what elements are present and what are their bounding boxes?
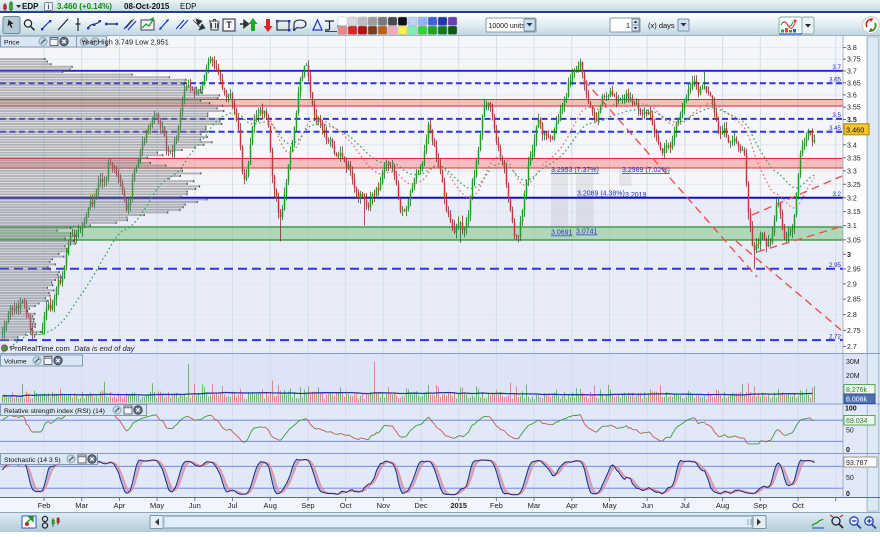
- svg-text:2015: 2015: [450, 501, 467, 510]
- svg-text:Feb: Feb: [490, 501, 503, 510]
- svg-text:Jul: Jul: [228, 501, 238, 510]
- svg-text:2.7: 2.7: [847, 344, 857, 351]
- svg-text:3.1: 3.1: [847, 223, 857, 230]
- svg-text:i: i: [48, 4, 50, 11]
- svg-text:3.2: 3.2: [832, 191, 841, 198]
- svg-text:Aug: Aug: [264, 501, 277, 510]
- svg-text:Apr: Apr: [114, 501, 126, 510]
- svg-text:2.72: 2.72: [829, 334, 842, 341]
- svg-text:May: May: [150, 501, 164, 510]
- svg-text:3.45: 3.45: [829, 125, 842, 132]
- svg-text:May: May: [602, 501, 616, 510]
- svg-text:3.55: 3.55: [847, 105, 861, 112]
- svg-text:2.95: 2.95: [829, 262, 842, 269]
- svg-text:2.75: 2.75: [847, 328, 861, 335]
- svg-text:69.034: 69.034: [846, 418, 868, 425]
- svg-text:(x) days: (x) days: [648, 21, 675, 30]
- svg-text:3.75: 3.75: [847, 57, 861, 64]
- svg-text:T: T: [226, 20, 232, 30]
- svg-text:Apr: Apr: [566, 501, 578, 510]
- svg-text:3.7: 3.7: [847, 68, 857, 75]
- svg-text:Nov: Nov: [377, 501, 391, 510]
- svg-text:3.2089 (4.38%): 3.2089 (4.38%): [577, 191, 625, 198]
- svg-text:3.65: 3.65: [847, 80, 861, 87]
- svg-text:Mar: Mar: [528, 501, 541, 510]
- svg-text:1: 1: [626, 21, 630, 30]
- svg-text:2.95: 2.95: [847, 267, 861, 274]
- svg-text:3.4: 3.4: [847, 142, 857, 149]
- svg-text:3.3: 3.3: [847, 168, 857, 175]
- svg-text:3.2989 (7.02%): 3.2989 (7.02%): [622, 167, 670, 174]
- svg-text:Sep: Sep: [754, 501, 767, 510]
- svg-text:Mar: Mar: [75, 501, 88, 510]
- svg-text:3.6: 3.6: [847, 92, 857, 99]
- svg-text:3.05: 3.05: [847, 237, 861, 244]
- svg-text:3.0691: 3.0691: [551, 230, 573, 237]
- svg-text:3.15: 3.15: [847, 209, 861, 216]
- svg-text:50: 50: [846, 428, 854, 435]
- svg-text:Oct: Oct: [340, 501, 353, 510]
- svg-text:Sep: Sep: [301, 501, 314, 510]
- svg-text:ProRealTime.com: ProRealTime.com: [10, 344, 70, 353]
- svg-text:3.2953 (7.37%): 3.2953 (7.37%): [551, 167, 599, 174]
- svg-text:3.2: 3.2: [847, 195, 857, 202]
- svg-text:93.787: 93.787: [846, 460, 868, 467]
- svg-text:30M: 30M: [846, 359, 860, 366]
- svg-text:2.85: 2.85: [847, 297, 861, 304]
- svg-text:3: 3: [847, 252, 851, 259]
- svg-text:3.65: 3.65: [829, 77, 842, 84]
- svg-text:Jun: Jun: [641, 501, 653, 510]
- svg-text:Aug: Aug: [716, 501, 729, 510]
- svg-text:Volume: Volume: [4, 359, 27, 366]
- svg-text:2.8: 2.8: [847, 312, 857, 319]
- svg-text:Relative strength index (RSI): Relative strength index (RSI) (14): [4, 408, 105, 415]
- svg-text:Price: Price: [4, 40, 20, 47]
- svg-text:Year:High 3.749 Low 2.951: Year:High 3.749 Low 2.951: [81, 38, 169, 47]
- svg-text:6,006k: 6,006k: [846, 397, 868, 404]
- svg-text:3.8: 3.8: [847, 45, 857, 52]
- svg-text:Oct: Oct: [792, 501, 805, 510]
- svg-text:3.5: 3.5: [832, 112, 841, 119]
- svg-text:Feb: Feb: [38, 501, 51, 510]
- svg-text:Stochastic (14 3 5): Stochastic (14 3 5): [4, 457, 61, 464]
- svg-text:8,276k: 8,276k: [846, 387, 868, 394]
- svg-text:3.0741: 3.0741: [576, 229, 598, 236]
- svg-text:0: 0: [846, 491, 850, 498]
- svg-text:Jul: Jul: [680, 501, 690, 510]
- svg-text:3.7: 3.7: [832, 64, 841, 71]
- svg-text:50: 50: [846, 475, 854, 482]
- svg-text:100: 100: [845, 406, 857, 413]
- svg-text:0: 0: [846, 447, 850, 454]
- svg-text:Dec: Dec: [414, 501, 428, 510]
- svg-text:20M: 20M: [846, 373, 860, 380]
- svg-text:Jun: Jun: [189, 501, 201, 510]
- svg-text:3.460: 3.460: [846, 125, 864, 134]
- svg-text:10000 units: 10000 units: [489, 23, 526, 30]
- svg-text:3.2019: 3.2019: [625, 192, 647, 199]
- svg-text:2.9: 2.9: [847, 281, 857, 288]
- svg-text:Data is end of day: Data is end of day: [72, 344, 136, 353]
- svg-text:3.5: 3.5: [847, 117, 857, 124]
- svg-text:3.25: 3.25: [847, 182, 861, 189]
- svg-text:3.35: 3.35: [847, 155, 861, 162]
